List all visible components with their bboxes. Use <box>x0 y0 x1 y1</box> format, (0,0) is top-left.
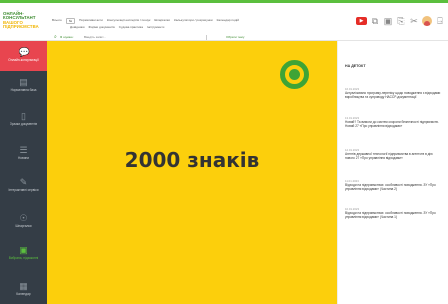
sidebar-item-normative-base[interactable]: ▤ Нормативна база <box>0 77 47 93</box>
ring-logo-dot <box>289 69 300 80</box>
news-panel-title: НА ДЕТОКТ <box>345 64 366 68</box>
search-bar: ⌕ Я шукаю: Обрати тему <box>54 34 354 41</box>
logo[interactable]: ОНЛАЙН- КОНСУЛЬТАНТ ВАШОГО ПІДПРИЄМСТВА <box>3 11 45 29</box>
news-text: Відходи на підприємствах: особливості по… <box>345 183 436 192</box>
sidebar-item-label: Новини <box>17 156 30 160</box>
news-item[interactable]: 11.01.2023 Відходи на підприємствах: осо… <box>345 179 443 191</box>
sidebar-item-services[interactable]: ✎ Інтерактивні сервіси <box>0 177 47 193</box>
menu-item[interactable]: Калькулятори / розрахунки <box>174 18 213 24</box>
search-topic-select[interactable]: Обрати тему <box>226 35 244 39</box>
header: ОНЛАЙН- КОНСУЛЬТАНТ ВАШОГО ПІДПРИЄМСТВА … <box>0 3 448 41</box>
sidebar-item-label: Вибрана, підзаконні <box>8 256 39 260</box>
menu-item[interactable]: Календар подій <box>217 18 239 24</box>
right-panel: НА ДЕТОКТ 16.01.2023 Актуалізовано прогр… <box>337 41 448 304</box>
youtube-icon[interactable]: ▶ <box>356 17 367 25</box>
news-item[interactable]: 12.01.2023 Агентів державної технології … <box>345 148 443 160</box>
sidebar-item-label: Календар <box>16 292 31 296</box>
search-label: Я шукаю: <box>60 35 74 39</box>
menu-item[interactable]: Нормативні акти <box>79 18 103 24</box>
star-icon: ▣ <box>19 245 28 255</box>
sidebar-item-calendar[interactable]: ▦ Календар <box>0 281 47 297</box>
menu-row-primary: Всього № Нормативні акти Консультації ек… <box>52 18 239 24</box>
menu-item[interactable]: Шпаргалки <box>154 18 170 24</box>
export-icon[interactable]: ⎘ <box>396 16 406 26</box>
sidebar-item-templates[interactable]: ▯ Зразки документів <box>0 111 47 127</box>
save-icon[interactable]: ▣ <box>383 16 393 26</box>
news-item[interactable]: 13.01.2023 Новий? Та вимоги до систем ох… <box>345 116 443 128</box>
chat-icon: 💬 <box>18 47 30 57</box>
search-input[interactable] <box>84 34 204 40</box>
document-icon: ▯ <box>21 111 26 121</box>
sidebar: 💬 Онлайн-консультації ▤ Нормативна база … <box>0 41 47 304</box>
menu-item[interactable]: Судова практика <box>119 25 143 29</box>
calendar-icon: ▦ <box>19 281 28 291</box>
sidebar-item-label: Інтерактивні сервіси <box>8 188 39 192</box>
main-content: 2000 знаків <box>47 41 337 304</box>
sidebar-item-consultations[interactable]: 💬 Онлайн-консультації <box>0 41 47 71</box>
sidebar-item-favorites[interactable]: ▣ Вибрана, підзаконні <box>0 245 47 261</box>
news-text: Відходи на підприємствах: особливості по… <box>345 211 436 220</box>
hands-icon: ☉ <box>19 213 28 223</box>
news-icon: ☰ <box>19 145 28 155</box>
news-item[interactable]: 10.01.2023 Відходи на підприємствах: осо… <box>345 207 443 219</box>
menu-item[interactable]: Інструменти <box>147 25 164 29</box>
news-text: Актуалізовано програму-переліку щодо пов… <box>345 91 441 100</box>
logout-icon[interactable]: ⍈ <box>435 16 445 26</box>
user-avatar[interactable] <box>422 16 432 26</box>
sidebar-item-label: Зразки документів <box>9 122 38 126</box>
menu-item[interactable]: Довідники <box>70 25 85 29</box>
scissors-icon[interactable]: ✂ <box>409 16 419 26</box>
menu-item[interactable]: Форми документів <box>89 25 115 29</box>
search-icon[interactable]: ⌕ <box>54 34 57 40</box>
pen-icon: ✎ <box>19 177 28 187</box>
sidebar-item-news[interactable]: ☰ Новини <box>0 145 47 161</box>
headline: 2000 знаків <box>124 148 260 172</box>
news-text: Новий? Та вимоги до систем охорони безпе… <box>345 120 439 129</box>
sidebar-item-label: Шпаргалки <box>15 224 32 228</box>
news-text: Агентів державної технології підприємств… <box>345 152 433 161</box>
sidebar-item-label: Онлайн-консультації <box>8 58 39 62</box>
search-divider <box>206 35 207 40</box>
menu-item[interactable]: Консультації експертів / пошук <box>107 18 151 24</box>
sidebar-item-label: Нормативна база <box>10 88 37 92</box>
copy-icon[interactable]: ⧉ <box>370 16 380 26</box>
menu-item[interactable]: № <box>65 18 76 24</box>
sidebar-item-cheatsheets[interactable]: ☉ Шпаргалки <box>0 213 47 229</box>
menu-item[interactable]: Всього <box>52 18 62 24</box>
news-item[interactable]: 16.01.2023 Актуалізовано програму-перелі… <box>345 87 443 99</box>
toolbar: ▶ ⧉ ▣ ⎘ ✂ ⍈ <box>356 16 445 26</box>
menu-row-secondary: Довідники Форми документів Судова практи… <box>70 25 164 29</box>
logo-line-4: ПІДПРИЄМСТВА <box>3 23 39 29</box>
book-icon: ▤ <box>19 77 28 87</box>
